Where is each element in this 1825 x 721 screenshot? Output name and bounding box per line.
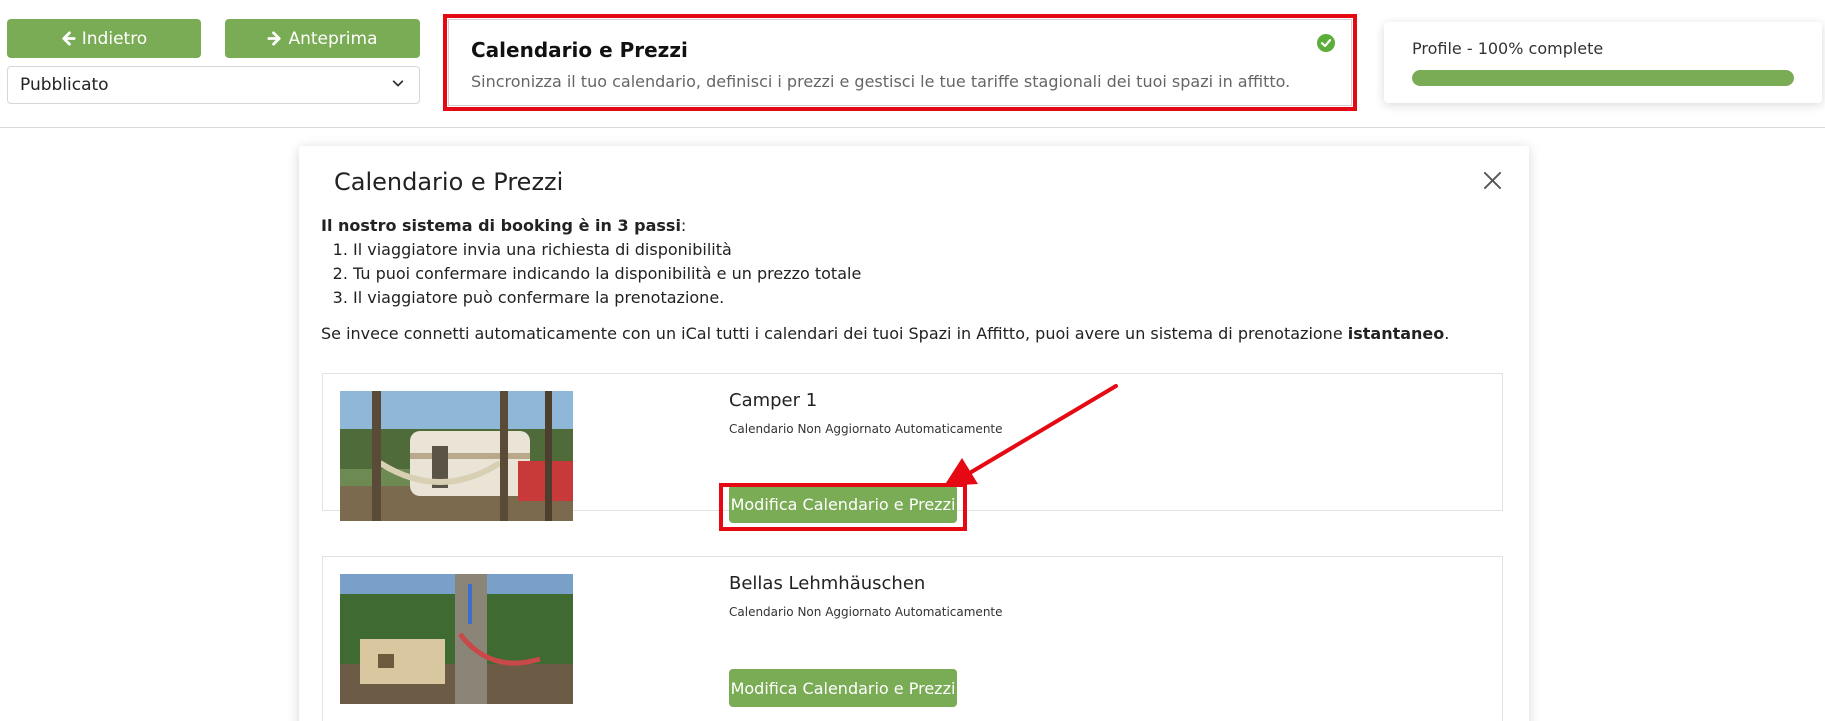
booking-steps-list: Il viaggiatore invia una richiesta di di… [321, 238, 861, 310]
booking-intro-bold: Il nostro sistema di booking è in 3 pass… [321, 216, 681, 235]
space-photo [340, 574, 573, 704]
ical-info-end: . [1444, 324, 1450, 343]
booking-step: Il viaggiatore può confermare la prenota… [353, 286, 861, 310]
booking-step: Tu puoi confermare indicando la disponib… [353, 262, 861, 286]
ical-info-bold: istantaneo [1347, 324, 1445, 343]
space-photo [340, 391, 573, 521]
section-card-inner [448, 19, 1352, 106]
back-button[interactable]: Indietro [7, 19, 201, 58]
section-description: Sincronizza il tuo calendario, definisci… [471, 72, 1291, 91]
space-calendar-status: Calendario Non Aggiornato Automaticament… [729, 422, 1003, 436]
profile-progress-label: Profile - 100% complete [1412, 39, 1604, 58]
section-card[interactable]: Calendario e Prezzi Sincronizza il tuo c… [443, 14, 1357, 111]
preview-button[interactable]: Anteprima [225, 19, 420, 58]
back-button-label: Indietro [81, 28, 148, 49]
preview-button-label: Anteprima [288, 28, 378, 49]
header-divider [0, 127, 1825, 128]
ical-info-text: Se invece connetti automaticamente con u… [321, 324, 1348, 343]
calendar-modal: Calendario e Prezzi Il nostro sistema di… [299, 146, 1529, 721]
edit-calendar-button[interactable]: Modifica Calendario e Prezzi [729, 485, 957, 523]
arrow-right-icon [267, 31, 282, 46]
booking-intro-heading: Il nostro sistema di booking è in 3 pass… [321, 214, 861, 238]
booking-intro: Il nostro sistema di booking è in 3 pass… [321, 214, 861, 310]
chevron-down-icon [391, 75, 405, 95]
edit-calendar-button[interactable]: Modifica Calendario e Prezzi [729, 669, 957, 707]
space-card: Camper 1 Calendario Non Aggiornato Autom… [322, 373, 1503, 523]
booking-intro-colon: : [680, 216, 687, 235]
status-select[interactable]: Pubblicato [7, 66, 420, 104]
arrow-left-icon [61, 31, 76, 46]
space-calendar-status: Calendario Non Aggiornato Automaticament… [729, 605, 1003, 619]
profile-progress-fill [1412, 70, 1794, 86]
space-card: Bellas Lehmhäuschen Calendario Non Aggio… [322, 556, 1503, 721]
check-circle-icon [1317, 34, 1335, 56]
section-title: Calendario e Prezzi [471, 38, 688, 62]
modal-title: Calendario e Prezzi [334, 168, 564, 196]
profile-progress-card: Profile - 100% complete [1384, 22, 1822, 103]
space-name: Bellas Lehmhäuschen [729, 573, 926, 594]
booking-step: Il viaggiatore invia una richiesta di di… [353, 238, 861, 262]
space-name: Camper 1 [729, 390, 818, 411]
ical-info: Se invece connetti automaticamente con u… [321, 324, 1449, 343]
status-select-value: Pubblicato [20, 75, 109, 95]
close-icon[interactable] [1483, 171, 1502, 194]
profile-progress-bar [1412, 70, 1794, 86]
